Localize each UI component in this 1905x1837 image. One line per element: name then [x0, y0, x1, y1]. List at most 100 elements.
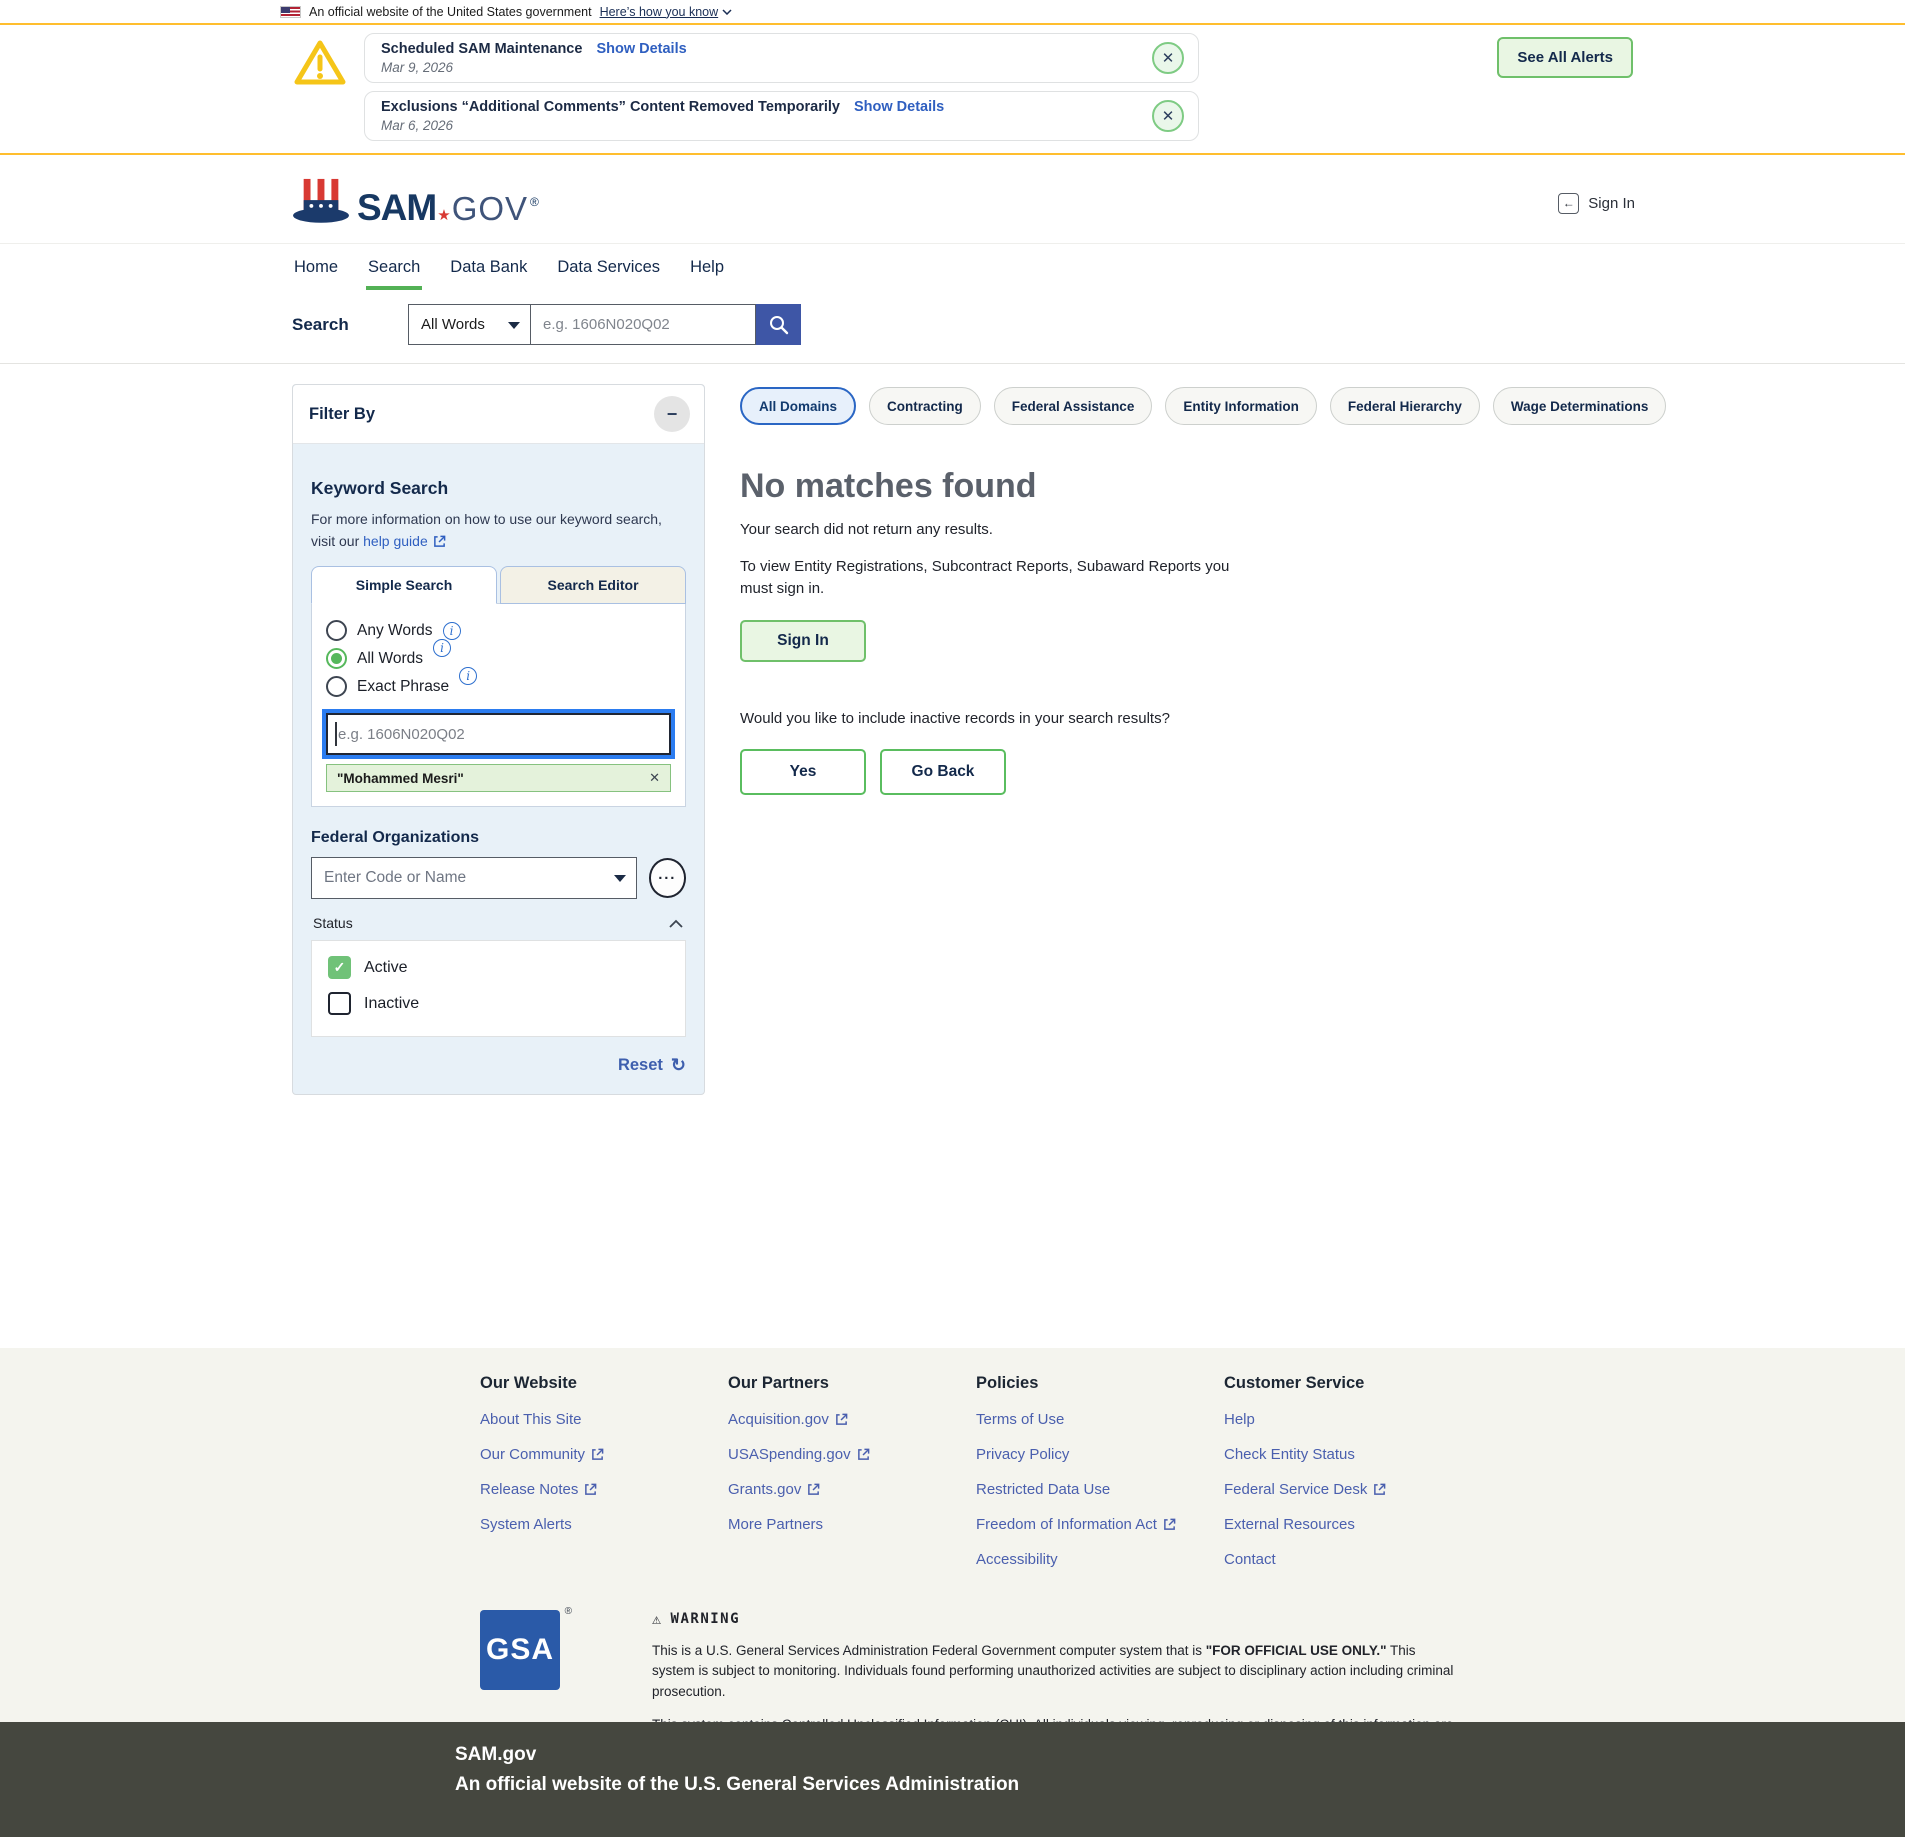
keyword-search-tabs: Simple Search Search Editor	[311, 566, 686, 604]
more-options-button[interactable]: ···	[649, 858, 686, 898]
footer-link-release-notes[interactable]: Release Notes	[480, 1481, 728, 1498]
footer-link-privacy-policy[interactable]: Privacy Policy	[976, 1446, 1224, 1463]
nav-item-data-bank[interactable]: Data Bank	[448, 248, 529, 290]
results-area: All Domains Contracting Federal Assistan…	[740, 364, 1666, 795]
footer-link-more-partners[interactable]: More Partners	[728, 1516, 976, 1533]
footer-link-our-community[interactable]: Our Community	[480, 1446, 728, 1463]
yes-button[interactable]: Yes	[740, 749, 866, 795]
footer-link-contact[interactable]: Contact	[1224, 1551, 1472, 1568]
search-submit-button[interactable]	[756, 304, 801, 345]
status-section-header[interactable]: Status	[313, 915, 684, 931]
info-icon[interactable]: i	[433, 639, 451, 657]
footer-link-usaspending-gov[interactable]: USASpending.gov	[728, 1446, 976, 1463]
keyword-chip-text: "Mohammed Mesri"	[337, 771, 464, 786]
sign-in-label: Sign In	[1588, 195, 1635, 212]
sign-in-button[interactable]: Sign In	[740, 620, 866, 662]
domain-chip-federal-hierarchy[interactable]: Federal Hierarchy	[1330, 387, 1480, 425]
footer-link-foia[interactable]: Freedom of Information Act	[976, 1516, 1224, 1533]
footer-link-federal-service-desk[interactable]: Federal Service Desk	[1224, 1481, 1472, 1498]
remove-chip-button[interactable]: ✕	[649, 770, 660, 786]
warning-paragraph-1: This is a U.S. General Services Administ…	[652, 1641, 1457, 1702]
info-icon[interactable]: i	[443, 622, 461, 640]
footer-col-customer-service: Customer Service Help Check Entity Statu…	[1224, 1374, 1472, 1586]
footer-col-our-partners: Our Partners Acquisition.gov USASpending…	[728, 1374, 976, 1586]
search-input[interactable]	[531, 304, 756, 345]
filter-panel-body: Keyword Search For more information on h…	[293, 444, 704, 1094]
footer-link-help[interactable]: Help	[1224, 1411, 1472, 1428]
footer-link-external-resources[interactable]: External Resources	[1224, 1516, 1472, 1533]
go-back-button[interactable]: Go Back	[880, 749, 1006, 795]
gov-banner: An official website of the United States…	[0, 0, 1905, 25]
include-inactive-question: Would you like to include inactive recor…	[740, 710, 1666, 727]
federal-orgs-combobox[interactable]: Enter Code or Name	[311, 857, 637, 899]
footer-link-terms-of-use[interactable]: Terms of Use	[976, 1411, 1224, 1428]
show-details-link[interactable]: Show Details	[854, 99, 944, 115]
radio-any-words[interactable]	[326, 620, 347, 641]
federal-orgs-placeholder: Enter Code or Name	[324, 869, 466, 887]
reset-filters[interactable]: Reset ↻	[311, 1055, 686, 1076]
header-sign-in-link[interactable]: ← Sign In	[1558, 193, 1635, 214]
external-link-icon	[835, 1413, 848, 1426]
search-mode-select[interactable]: All Words	[408, 304, 531, 345]
nav-item-data-services[interactable]: Data Services	[555, 248, 662, 290]
warning-triangle-icon	[292, 37, 348, 89]
magnifier-icon	[767, 313, 791, 337]
radio-row-exact-phrase: Exact Phrase i	[326, 676, 671, 697]
domain-filter-chips: All Domains Contracting Federal Assistan…	[740, 387, 1666, 425]
nav-item-help[interactable]: Help	[688, 248, 726, 290]
footer-link-grants-gov[interactable]: Grants.gov	[728, 1481, 976, 1498]
domain-chip-entity-information[interactable]: Entity Information	[1165, 387, 1317, 425]
gsa-warning-section: GSA ® ⚠ WARNING This is a U.S. General S…	[480, 1610, 1905, 1722]
help-guide-link[interactable]: help guide	[363, 531, 446, 553]
checkbox-active[interactable]: ✓	[328, 956, 351, 979]
inactive-question-buttons: Yes Go Back	[740, 749, 1666, 795]
gsa-logo: GSA ®	[480, 1610, 560, 1722]
info-icon[interactable]: i	[459, 667, 477, 685]
sam-gov-logo[interactable]: SAM ★ GOV ®	[292, 177, 539, 229]
warning-paragraph-2: This system contains Controlled Unclassi…	[652, 1715, 1457, 1722]
see-all-alerts-button[interactable]: See All Alerts	[1497, 37, 1633, 78]
external-link-icon	[591, 1448, 604, 1461]
footer-link-system-alerts[interactable]: System Alerts	[480, 1516, 728, 1533]
us-flag-icon	[280, 6, 301, 18]
tab-search-editor[interactable]: Search Editor	[500, 566, 686, 604]
alert-title: Exclusions “Additional Comments” Content…	[381, 99, 840, 115]
footer-link-acquisition-gov[interactable]: Acquisition.gov	[728, 1411, 976, 1428]
show-details-link[interactable]: Show Details	[596, 41, 686, 57]
keyword-input[interactable]	[326, 713, 671, 755]
footer-link-accessibility[interactable]: Accessibility	[976, 1551, 1224, 1568]
nav-item-search[interactable]: Search	[366, 248, 422, 290]
checkbox-inactive[interactable]	[328, 992, 351, 1015]
footer-link-restricted-data-use[interactable]: Restricted Data Use	[976, 1481, 1224, 1498]
warning-sign-icon: ⚠	[652, 1610, 663, 1628]
alert-close-button[interactable]: ✕	[1152, 42, 1184, 74]
domain-chip-wage-determinations[interactable]: Wage Determinations	[1493, 387, 1667, 425]
domain-chip-contracting[interactable]: Contracting	[869, 387, 981, 425]
heres-how-you-know-link[interactable]: Here’s how you know	[600, 5, 733, 19]
alert-close-button[interactable]: ✕	[1152, 100, 1184, 132]
keyword-input-wrap	[326, 713, 671, 755]
status-label: Status	[313, 915, 353, 931]
system-warning: ⚠ WARNING This is a U.S. General Service…	[652, 1610, 1457, 1722]
simple-search-box: Any Words i All Words i Exact Phrase i	[311, 603, 686, 807]
alert-exclusions: Exclusions “Additional Comments” Content…	[364, 91, 1199, 141]
nav-item-home[interactable]: Home	[292, 248, 340, 290]
filter-panel: Filter By − Keyword Search For more info…	[292, 384, 705, 1095]
gov-banner-text: An official website of the United States…	[309, 5, 592, 19]
footer-link-about-this-site[interactable]: About This Site	[480, 1411, 728, 1428]
radio-exact-phrase[interactable]	[326, 676, 347, 697]
footer-link-check-entity-status[interactable]: Check Entity Status	[1224, 1446, 1472, 1463]
uncle-sam-hat-icon	[292, 177, 350, 229]
tab-simple-search[interactable]: Simple Search	[311, 566, 497, 604]
radio-all-words[interactable]	[326, 648, 347, 669]
refresh-icon: ↻	[671, 1055, 686, 1076]
collapse-filters-button[interactable]: −	[654, 396, 690, 432]
ellipsis-icon: ···	[658, 870, 676, 887]
no-results-subtitle: Your search did not return any results.	[740, 521, 1666, 538]
bottom-identifier-bar: SAM.gov An official website of the U.S. …	[0, 1722, 1905, 1837]
domain-chip-federal-assistance[interactable]: Federal Assistance	[994, 387, 1153, 425]
domain-chip-all-domains[interactable]: All Domains	[740, 387, 856, 425]
sign-in-note: To view Entity Registrations, Subcontrac…	[740, 556, 1245, 600]
alert-date: Mar 9, 2026	[381, 60, 1134, 75]
chevron-up-icon	[668, 919, 684, 928]
